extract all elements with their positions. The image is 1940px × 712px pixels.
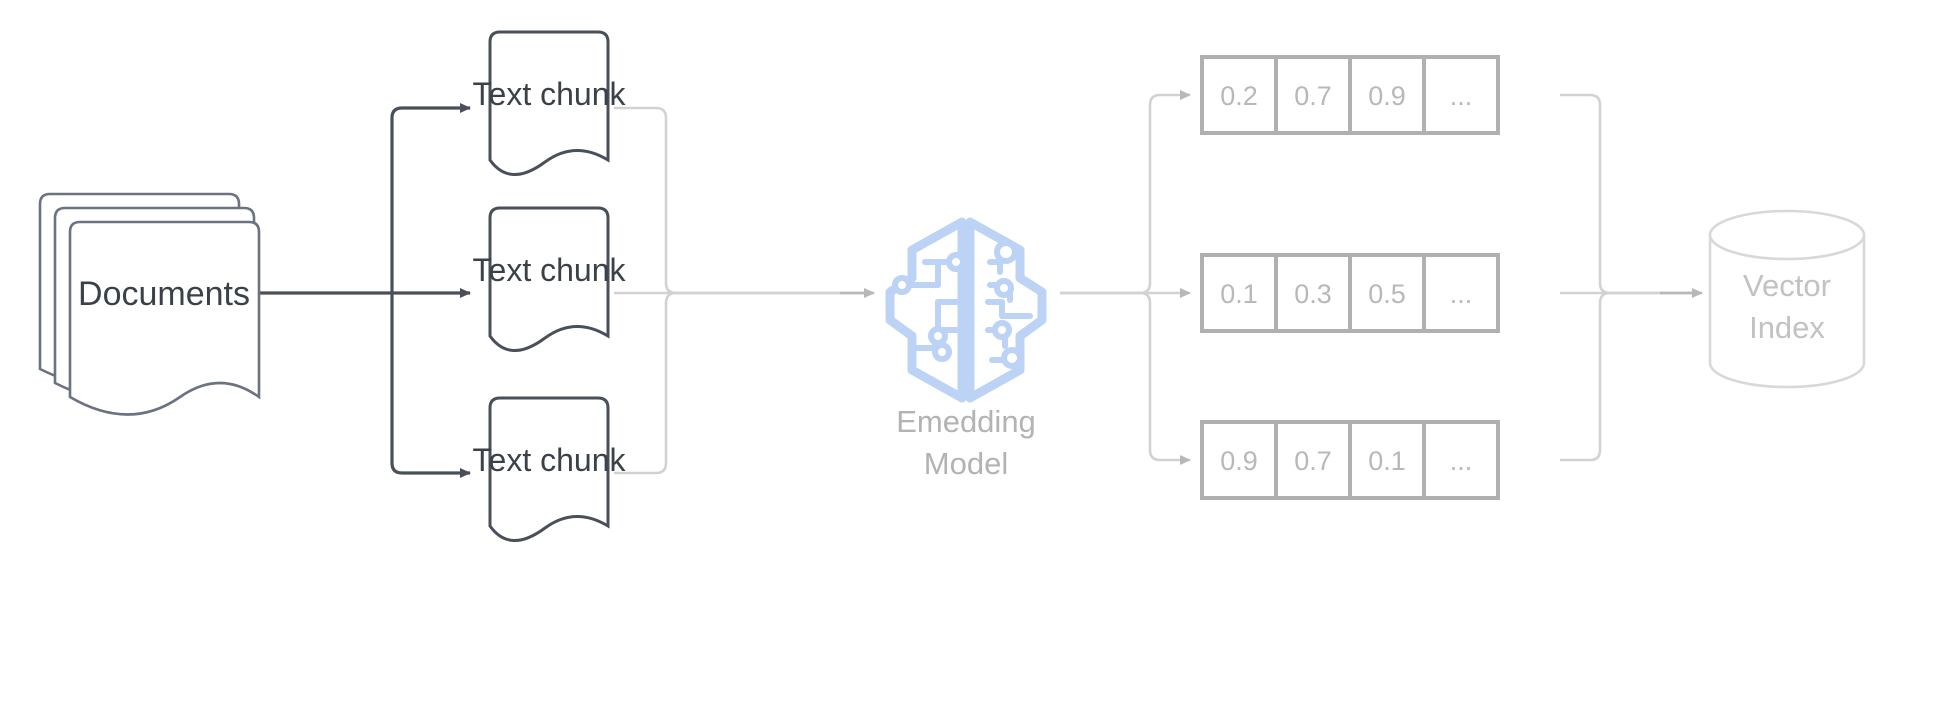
embedding-model-node[interactable]: Emedding Model bbox=[885, 217, 1047, 481]
vector-cell-value: 0.5 bbox=[1368, 279, 1406, 309]
embedding-model-label-line2: Model bbox=[924, 446, 1008, 481]
vector-cell-value: ... bbox=[1450, 81, 1473, 111]
vector-index-label-line2: Index bbox=[1749, 310, 1825, 345]
vector-cell-value: 0.1 bbox=[1368, 446, 1406, 476]
documents-label: Documents bbox=[78, 275, 250, 313]
vector-row-1[interactable]: 0.2 0.7 0.9 ... bbox=[1200, 55, 1500, 135]
text-chunk-node-1[interactable]: Text chunk bbox=[473, 30, 627, 176]
connector-vector3-to-index bbox=[1560, 291, 1700, 462]
connector-vectors-to-index bbox=[1560, 93, 1700, 462]
vector-cell-value: ... bbox=[1450, 446, 1473, 476]
cylinder-top bbox=[1708, 209, 1866, 261]
text-chunk-label-2: Text chunk bbox=[473, 252, 627, 288]
connector-documents-to-chunks bbox=[252, 103, 471, 478]
vector-row-3[interactable]: 0.9 0.7 0.1 ... bbox=[1200, 420, 1500, 500]
vector-cell-value: 0.7 bbox=[1294, 81, 1332, 111]
vector-cell-value: 0.9 bbox=[1368, 81, 1406, 111]
brain-left-traces bbox=[892, 252, 966, 362]
connector-model-to-vector1 bbox=[1060, 90, 1191, 295]
documents-node[interactable]: Documents bbox=[38, 192, 261, 416]
brain-circuit-icon bbox=[885, 217, 1047, 403]
connector-chunk1-to-model bbox=[614, 106, 872, 295]
text-chunk-node-2[interactable]: Text chunk bbox=[473, 206, 627, 352]
connector-chunks-to-model bbox=[614, 106, 872, 475]
text-chunk-label-3: Text chunk bbox=[473, 442, 627, 478]
diagram-canvas: Documents Text chunk Text chunk Text chu… bbox=[0, 0, 1940, 712]
connector-vector1-to-index bbox=[1560, 93, 1700, 295]
connector-branch-bottom bbox=[390, 293, 471, 478]
vector-cell-value: ... bbox=[1450, 279, 1473, 309]
vector-cell-value: 0.2 bbox=[1220, 81, 1258, 111]
vector-cell-value: 0.9 bbox=[1220, 446, 1258, 476]
connector-model-to-vectors bbox=[1060, 90, 1191, 465]
vector-row-2[interactable]: 0.1 0.3 0.5 ... bbox=[1200, 253, 1500, 333]
embedding-model-label-line1: Emedding bbox=[896, 404, 1036, 439]
vector-cell-value: 0.3 bbox=[1294, 279, 1332, 309]
connector-model-to-vector3 bbox=[1060, 291, 1191, 465]
rag-pipeline-diagram: Documents Text chunk Text chunk Text chu… bbox=[38, 30, 1866, 542]
vector-cell-value: 0.1 bbox=[1220, 279, 1258, 309]
vector-cell-value: 0.7 bbox=[1294, 446, 1332, 476]
connector-chunk3-to-model bbox=[614, 291, 872, 475]
brain-left-outline bbox=[885, 217, 967, 403]
vector-index-label-line1: Vector bbox=[1743, 268, 1831, 303]
connector-branch-top bbox=[390, 103, 471, 293]
text-chunk-node-3[interactable]: Text chunk bbox=[473, 396, 627, 542]
vector-index-node[interactable]: Vector Index bbox=[1708, 209, 1866, 389]
document-sheet-front bbox=[68, 220, 261, 416]
text-chunk-label-1: Text chunk bbox=[473, 76, 627, 112]
